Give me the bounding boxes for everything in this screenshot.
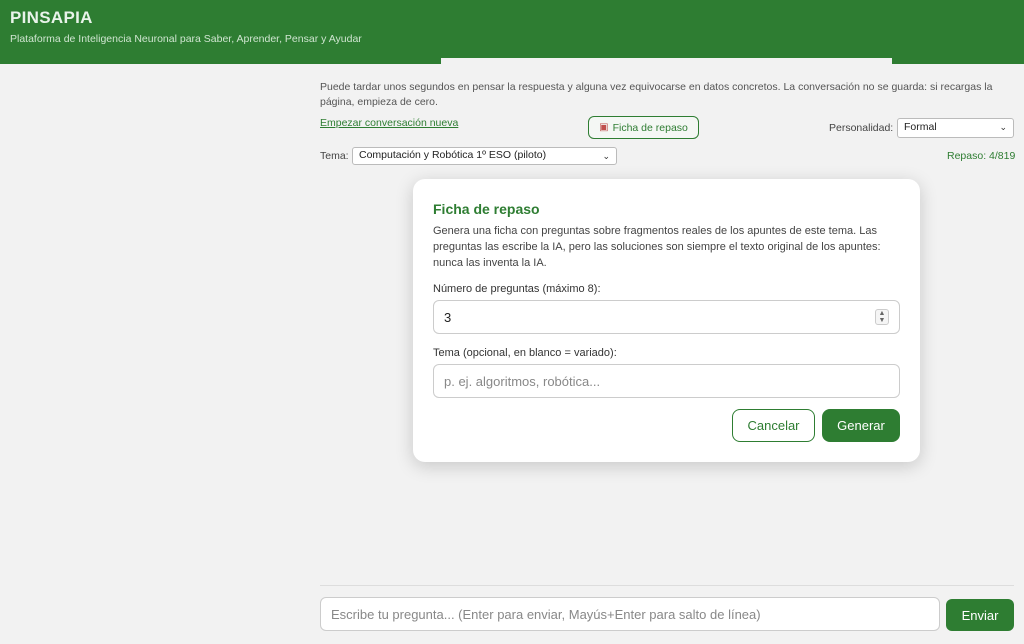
number-spinner-icon[interactable]: ▲ ▼	[875, 309, 889, 325]
generate-button[interactable]: Generar	[822, 409, 900, 442]
chevron-down-icon: ⌄	[602, 151, 610, 161]
app-title: PINSAPIA	[10, 8, 93, 27]
chat-info-text: Puede tardar unos segundos en pensar la …	[320, 81, 993, 108]
topic-input[interactable]: p. ej. algoritmos, robótica...	[433, 364, 900, 398]
personality-label: Personalidad:	[829, 122, 894, 134]
tema-label: Tema:	[320, 150, 349, 162]
app-subtitle: Plataforma de Inteligencia Neuronal para…	[10, 33, 362, 45]
topic-label: Tema (opcional, en blanco = variado):	[433, 347, 617, 359]
tema-value: Computación y Robótica 1º ESO (piloto)	[359, 149, 547, 161]
ficha-repaso-label: Ficha de repaso	[612, 121, 688, 134]
question-placeholder: Escribe tu pregunta... (Enter para envia…	[331, 606, 761, 622]
personality-value: Formal	[904, 121, 937, 133]
question-count-label: Número de preguntas (máximo 8):	[433, 283, 601, 295]
repaso-status: Repaso: 4/819	[947, 150, 1016, 162]
cancel-button[interactable]: Cancelar	[732, 409, 815, 442]
question-count-input[interactable]: 3 ▲ ▼	[433, 300, 900, 334]
dialog-title: Ficha de repaso	[433, 201, 540, 217]
app-header: PINSAPIA Plataforma de Inteligencia Neur…	[0, 0, 1024, 64]
question-count-value: 3	[444, 309, 452, 325]
personality-select[interactable]: Formal ⌄	[897, 118, 1014, 138]
topic-placeholder: p. ej. algoritmos, robótica...	[444, 373, 601, 389]
dialog-description: Genera una ficha con preguntas sobre fra…	[433, 225, 881, 269]
composer-divider	[320, 585, 1014, 586]
new-conversation-link[interactable]: Empezar conversación nueva	[320, 117, 458, 129]
notebook-icon: ▣	[599, 122, 609, 133]
tema-select[interactable]: Computación y Robótica 1º ESO (piloto) ⌄	[352, 147, 617, 165]
ficha-repaso-dialog: Ficha de repaso Genera una ficha con pre…	[413, 179, 920, 462]
question-input[interactable]: Escribe tu pregunta... (Enter para envia…	[320, 597, 940, 631]
chevron-down-icon: ⌄	[999, 122, 1007, 132]
ficha-repaso-button[interactable]: ▣ Ficha de repaso	[588, 116, 699, 139]
send-button[interactable]: Enviar	[946, 599, 1014, 631]
